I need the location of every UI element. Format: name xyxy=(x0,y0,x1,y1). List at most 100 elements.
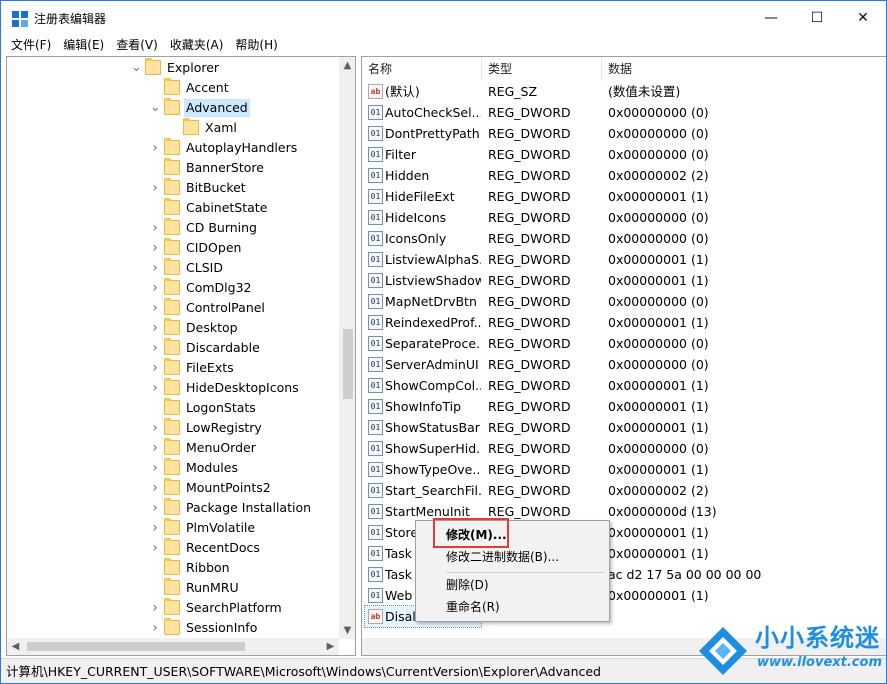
menu-view[interactable]: 查看(V) xyxy=(110,35,164,55)
tree-vertical-scrollbar[interactable]: ▲ ▼ xyxy=(339,57,355,639)
chevron-right-icon[interactable]: › xyxy=(150,481,160,495)
tree-item[interactable]: ⌄ Explorer xyxy=(7,58,337,78)
tree-item[interactable]: › MountPoints2 xyxy=(7,478,337,498)
tree-item[interactable]: › SessionInfo xyxy=(7,618,337,638)
menu-favorites[interactable]: 收藏夹(A) xyxy=(164,35,230,55)
chevron-right-icon[interactable]: › xyxy=(150,461,160,475)
value-row[interactable]: 01 Hidden REG_DWORD 0x00000002 (2) xyxy=(362,165,886,186)
tree-item[interactable]: › ControlPanel xyxy=(7,298,337,318)
value-row[interactable]: 01 MapNetDrvBtn REG_DWORD 0x00000000 (0) xyxy=(362,291,886,312)
chevron-right-icon[interactable]: › xyxy=(150,601,160,615)
chevron-right-icon[interactable]: › xyxy=(150,421,160,435)
chevron-right-icon[interactable]: › xyxy=(150,441,160,455)
tree-item[interactable]: Accent xyxy=(7,78,337,98)
context-delete[interactable]: 删除(D) xyxy=(418,574,607,596)
chevron-right-icon[interactable]: › xyxy=(150,141,160,155)
value-row[interactable]: 01 HideFileExt REG_DWORD 0x00000001 (1) xyxy=(362,186,886,207)
chevron-right-icon[interactable]: › xyxy=(150,181,160,195)
tree-item[interactable]: › CD Burning xyxy=(7,218,337,238)
tree-item[interactable]: › ComDlg32 xyxy=(7,278,337,298)
value-name-cell: 01 SeparateProce... xyxy=(365,333,481,354)
tree-item[interactable]: › CIDOpen xyxy=(7,238,337,258)
close-button[interactable]: ✕ xyxy=(840,1,886,35)
chevron-right-icon[interactable]: › xyxy=(150,621,160,635)
value-row[interactable]: 01 ShowCompCol... REG_DWORD 0x00000001 (1) xyxy=(362,375,886,396)
value-row[interactable]: 01 ShowTypeOve... REG_DWORD 0x00000001 (1) xyxy=(362,459,886,480)
value-row[interactable]: 01 ServerAdminUI REG_DWORD 0x00000000 (0) xyxy=(362,354,886,375)
chevron-right-icon[interactable]: › xyxy=(150,241,160,255)
context-rename[interactable]: 重命名(R) xyxy=(418,596,607,618)
value-row[interactable]: 01 IconsOnly REG_DWORD 0x00000000 (0) xyxy=(362,228,886,249)
tree-item[interactable]: › Modules xyxy=(7,458,337,478)
scroll-down-icon[interactable]: ▼ xyxy=(339,622,355,639)
chevron-down-icon[interactable]: ⌄ xyxy=(150,101,161,115)
value-row[interactable]: 01 SeparateProce... REG_DWORD 0x00000000 (0… xyxy=(362,333,886,354)
tree-item[interactable]: › RecentDocs xyxy=(7,538,337,558)
value-data: 0x00000001 (1) xyxy=(608,525,709,540)
scroll-up-icon[interactable]: ▲ xyxy=(339,57,355,74)
tree-item[interactable]: BannerStore xyxy=(7,158,337,178)
tree-item[interactable]: Xaml xyxy=(7,118,337,138)
tree-item[interactable]: › Package Installation xyxy=(7,498,337,518)
menu-file[interactable]: 文件(F) xyxy=(5,35,57,55)
value-name: ShowInfoTip xyxy=(385,399,462,414)
maximize-button[interactable]: ☐ xyxy=(794,1,840,35)
value-row[interactable]: 01 DontPrettyPath REG_DWORD 0x00000000 (0) xyxy=(362,123,886,144)
scroll-left-icon[interactable]: ◀ xyxy=(7,638,24,655)
tree-item[interactable]: › Discardable xyxy=(7,338,337,358)
chevron-right-icon[interactable]: › xyxy=(150,501,160,515)
value-row[interactable]: 01 Start_SearchFil... REG_DWORD 0x00000002 … xyxy=(362,480,886,501)
tree-item[interactable]: Ribbon xyxy=(7,558,337,578)
value-row[interactable]: 01 ShowInfoTip REG_DWORD 0x00000001 (1) xyxy=(362,396,886,417)
menu-help[interactable]: 帮助(H) xyxy=(229,35,283,55)
tree-item[interactable]: › MenuOrder xyxy=(7,438,337,458)
menu-edit[interactable]: 编辑(E) xyxy=(57,35,110,55)
tree-item[interactable]: › LowRegistry xyxy=(7,418,337,438)
chevron-right-icon[interactable]: › xyxy=(150,321,160,335)
chevron-down-icon[interactable]: ⌄ xyxy=(131,61,142,75)
scroll-right-icon[interactable]: ▶ xyxy=(322,638,339,655)
value-row[interactable]: 01 ShowSuperHid... REG_DWORD 0x00000000 (0) xyxy=(362,438,886,459)
tree-item[interactable]: › SearchPlatform xyxy=(7,598,337,618)
value-row[interactable]: 01 HideIcons REG_DWORD 0x00000000 (0) xyxy=(362,207,886,228)
tree-scroll-thumb[interactable] xyxy=(343,329,353,399)
chevron-right-icon[interactable]: › xyxy=(150,301,160,315)
column-header-data[interactable]: 数据 xyxy=(602,57,886,81)
tree-item[interactable]: ⌄ Advanced xyxy=(7,98,337,118)
chevron-right-icon[interactable]: › xyxy=(150,261,160,275)
value-row[interactable]: 01 ReindexedProf... REG_DWORD 0x00000001 (1… xyxy=(362,312,886,333)
chevron-right-icon[interactable]: › xyxy=(150,221,160,235)
tree-hscroll-thumb[interactable] xyxy=(27,642,245,651)
value-row[interactable]: 01 ListviewShadow REG_DWORD 0x00000001 (1) xyxy=(362,270,886,291)
tree-item[interactable]: LogonStats xyxy=(7,398,337,418)
value-row[interactable]: 01 AutoCheckSel... REG_DWORD 0x00000000 (0) xyxy=(362,102,886,123)
folder-icon xyxy=(164,398,180,415)
value-row[interactable]: ab (默认) REG_SZ (数值未设置) xyxy=(362,81,886,102)
value-row[interactable]: 01 Filter REG_DWORD 0x00000000 (0) xyxy=(362,144,886,165)
chevron-right-icon[interactable]: › xyxy=(150,541,160,555)
chevron-right-icon[interactable]: › xyxy=(150,521,160,535)
tree-item[interactable]: › FileExts xyxy=(7,358,337,378)
column-header-type[interactable]: 类型 xyxy=(482,57,602,81)
chevron-right-icon[interactable]: › xyxy=(150,381,160,395)
value-row[interactable]: 01 ListviewAlphaS... REG_DWORD 0x00000001 (… xyxy=(362,249,886,270)
tree-horizontal-scrollbar[interactable]: ◀ ▶ xyxy=(7,638,339,655)
minimize-button[interactable]: — xyxy=(748,1,794,35)
chevron-right-icon[interactable]: › xyxy=(150,341,160,355)
chevron-right-icon[interactable]: › xyxy=(150,281,160,295)
tree-item[interactable]: › Desktop xyxy=(7,318,337,338)
tree-item[interactable]: › HideDesktopIcons xyxy=(7,378,337,398)
tree-item[interactable]: › BitBucket xyxy=(7,178,337,198)
tree-item[interactable]: › CLSID xyxy=(7,258,337,278)
column-header-name[interactable]: 名称 xyxy=(362,57,482,81)
tree-item[interactable]: RunMRU xyxy=(7,578,337,598)
chevron-right-icon[interactable]: › xyxy=(150,361,160,375)
tree-item[interactable]: › PlmVolatile xyxy=(7,518,337,538)
dword-value-icon: 01 xyxy=(368,504,383,519)
value-row[interactable]: 01 ShowStatusBar REG_DWORD 0x00000001 (1) xyxy=(362,417,886,438)
value-type: REG_DWORD xyxy=(488,105,571,120)
tree-item-label: ComDlg32 xyxy=(186,280,252,295)
tree-item[interactable]: › AutoplayHandlers xyxy=(7,138,337,158)
tree-item[interactable]: CabinetState xyxy=(7,198,337,218)
context-modify-binary[interactable]: 修改二进制数据(B)... xyxy=(418,546,607,568)
